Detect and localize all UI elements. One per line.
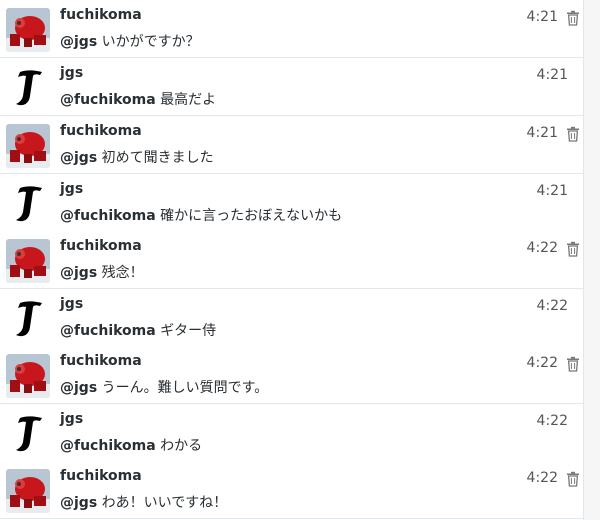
tweet-body: わかる: [160, 438, 203, 454]
tweet-username[interactable]: jgs: [60, 411, 83, 427]
tweet-username[interactable]: jgs: [60, 181, 83, 197]
tweet-time[interactable]: 4:21: [527, 125, 558, 141]
tweet-username[interactable]: fuchikoma: [60, 353, 142, 369]
tweet-row[interactable]: jgs @fuchikoma わかる 4:22: [0, 404, 584, 462]
tweet-body: 初めて聞きました: [101, 150, 214, 166]
tweet-text: @fuchikoma わかる: [60, 435, 202, 455]
tweet-body: ギター侍: [160, 323, 217, 339]
tweet-text: @fuchikoma 確かに言ったおぼえないかも: [60, 205, 342, 225]
avatar-jgs[interactable]: [6, 412, 50, 456]
tweet-text: @fuchikoma ギター侍: [60, 320, 216, 340]
tweet-row[interactable]: fuchikoma @jgs わあ！いいですね！ 4:22: [0, 461, 584, 519]
tweet-username[interactable]: fuchikoma: [60, 238, 142, 254]
tweet-row[interactable]: jgs @fuchikoma ギター侍 4:22: [0, 289, 584, 347]
tweet-time[interactable]: 4:22: [527, 470, 558, 486]
tweet-text: @jgs うーん。難しい質問です。: [60, 377, 268, 397]
trash-icon[interactable]: [566, 241, 580, 257]
trash-icon[interactable]: [566, 471, 580, 487]
tweet-body: うーん。難しい質問です。: [101, 380, 269, 396]
mention-link[interactable]: @jgs: [60, 34, 97, 50]
avatar-fuchikoma[interactable]: [6, 124, 50, 168]
tweet-body: 最高だよ: [160, 92, 217, 108]
mention-link[interactable]: @fuchikoma: [60, 208, 156, 224]
avatar-fuchikoma[interactable]: [6, 239, 50, 283]
avatar-jgs[interactable]: [6, 182, 50, 226]
tweet-username[interactable]: jgs: [60, 296, 83, 312]
mention-link[interactable]: @jgs: [60, 495, 97, 511]
avatar-fuchikoma[interactable]: [6, 8, 50, 52]
tweet-time[interactable]: 4:21: [537, 67, 568, 83]
tweet-text: @jgs 残念！: [60, 262, 144, 282]
tweet-username[interactable]: fuchikoma: [60, 123, 142, 139]
tweet-row[interactable]: fuchikoma @jgs 初めて聞きました 4:21: [0, 116, 584, 174]
tweet-row[interactable]: jgs @fuchikoma 確かに言ったおぼえないかも 4:21: [0, 174, 584, 232]
tweet-text: @jgs わあ！いいですね！: [60, 492, 227, 512]
tweet-time[interactable]: 4:21: [527, 9, 558, 25]
mention-link[interactable]: @jgs: [60, 380, 97, 396]
avatar-fuchikoma[interactable]: [6, 469, 50, 513]
tweet-body: 確かに言ったおぼえないかも: [160, 208, 343, 224]
tweet-time[interactable]: 4:21: [537, 183, 568, 199]
avatar-fuchikoma[interactable]: [6, 354, 50, 398]
tweet-time[interactable]: 4:22: [537, 413, 568, 429]
tweet-row[interactable]: fuchikoma @jgs いかがですか？ 4:21: [0, 0, 584, 58]
scrollbar[interactable]: [583, 0, 600, 520]
tweet-row[interactable]: jgs @fuchikoma 最高だよ 4:21: [0, 58, 584, 116]
tweet-text: @jgs 初めて聞きました: [60, 147, 214, 167]
mention-link[interactable]: @fuchikoma: [60, 438, 156, 454]
tweet-username[interactable]: jgs: [60, 65, 83, 81]
trash-icon[interactable]: [566, 126, 580, 142]
tweet-text: @jgs いかがですか？: [60, 31, 200, 51]
avatar-jgs[interactable]: [6, 297, 50, 341]
timeline: fuchikoma @jgs いかがですか？ 4:21 jgs @fuchiko…: [0, 0, 600, 520]
tweet-time[interactable]: 4:22: [527, 240, 558, 256]
tweet-username[interactable]: fuchikoma: [60, 7, 142, 23]
mention-link[interactable]: @fuchikoma: [60, 92, 156, 108]
tweet-username[interactable]: fuchikoma: [60, 468, 142, 484]
tweet-time[interactable]: 4:22: [537, 298, 568, 314]
trash-icon[interactable]: [566, 356, 580, 372]
tweet-row[interactable]: fuchikoma @jgs うーん。難しい質問です。 4:22: [0, 346, 584, 404]
tweet-body: 残念！: [101, 265, 144, 281]
trash-icon[interactable]: [566, 10, 580, 26]
tweet-text: @fuchikoma 最高だよ: [60, 89, 216, 109]
avatar-jgs[interactable]: [6, 66, 50, 110]
mention-link[interactable]: @jgs: [60, 265, 97, 281]
mention-link[interactable]: @fuchikoma: [60, 323, 156, 339]
tweet-time[interactable]: 4:22: [527, 355, 558, 371]
tweet-body: わあ！いいですね！: [101, 495, 228, 511]
mention-link[interactable]: @jgs: [60, 150, 97, 166]
tweet-body: いかがですか？: [101, 34, 200, 50]
tweet-row[interactable]: fuchikoma @jgs 残念！ 4:22: [0, 231, 584, 289]
